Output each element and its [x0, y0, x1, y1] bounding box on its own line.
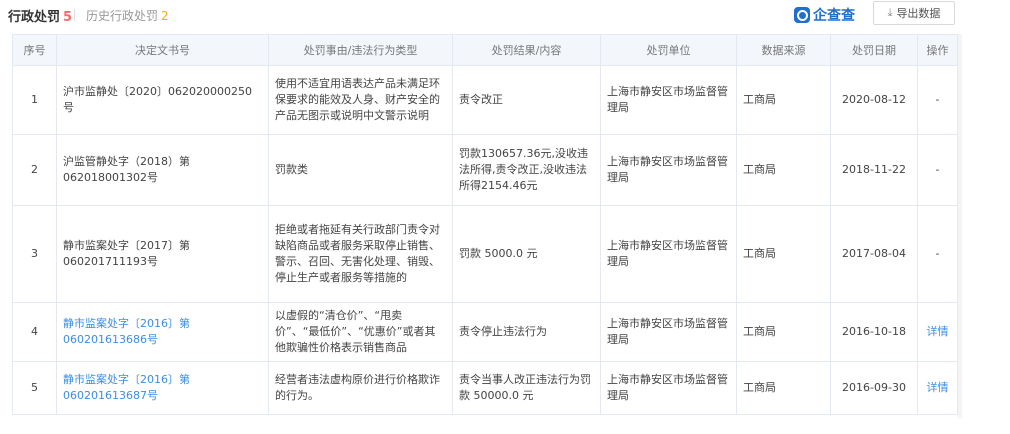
- export-button-label: 导出数据: [896, 7, 941, 20]
- header-result: 处罚结果/内容: [452, 34, 601, 66]
- cell-reason: 使用不适宜用语表达产品未满足环保要求的能效及人身、财产安全的产品无图示或说明中文…: [268, 65, 453, 135]
- cell-result: 责令停止违法行为: [452, 302, 601, 362]
- penalty-table-container: 序号 决定文书号 处罚事由/违法行为类型 处罚结果/内容 处罚单位 数据来源 处…: [12, 34, 958, 415]
- cell-source: 工商局: [736, 205, 831, 303]
- header-action: 操作: [917, 34, 958, 66]
- cell-source: 工商局: [736, 361, 831, 415]
- cell-unit: 上海市静安区市场监督管理局: [600, 134, 737, 206]
- penalty-table: 序号 决定文书号 处罚事由/违法行为类型 处罚结果/内容 处罚单位 数据来源 处…: [12, 34, 958, 415]
- cell-action: -: [917, 205, 958, 303]
- cell-source: 工商局: [736, 65, 831, 135]
- brand-name: 企查查: [813, 8, 855, 24]
- cell-unit: 上海市静安区市场监督管理局: [600, 205, 737, 303]
- table-row: 4 静市监案处字〔2016〕第060201613686号 以虚假的“清仓价”、“…: [12, 302, 958, 362]
- tab-administrative-penalty[interactable]: 行政处罚 5: [8, 6, 72, 25]
- cell-reason: 拒绝或者拖延有关行政部门责令对缺陷商品或者服务采取停止销售、警示、召回、无害化处…: [268, 205, 453, 303]
- cell-index: 1: [12, 65, 57, 135]
- cell-doc-no: 沪监管静处字（2018）第062018001302号: [56, 134, 269, 206]
- cell-date: 2017-08-04: [830, 205, 918, 303]
- table-row: 3 静市监案处字〔2017〕第060201711193号 拒绝或者拖延有关行政部…: [12, 205, 958, 303]
- cell-action: -: [917, 134, 958, 206]
- download-icon: ⤓: [887, 6, 893, 19]
- tab-divider: [74, 9, 75, 21]
- cell-reason: 经营者违法虚构原价进行价格欺诈的行为。: [268, 361, 453, 415]
- cell-reason: 以虚假的“清仓价”、“甩卖价”、“最低价”、“优惠价”或者其他欺骗性价格表示销售…: [268, 302, 453, 362]
- cell-result: 责令改正: [452, 65, 601, 135]
- table-row: 2 沪监管静处字（2018）第062018001302号 罚款类 罚款13065…: [12, 134, 958, 206]
- doc-no-link[interactable]: 静市监案处字〔2016〕第060201613687号: [56, 361, 269, 415]
- tab-historical-penalty[interactable]: 历史行政处罚 2: [86, 7, 169, 24]
- cell-reason: 罚款类: [268, 134, 453, 206]
- cell-unit: 上海市静安区市场监督管理局: [600, 302, 737, 362]
- tab-count-badge: 5: [63, 10, 73, 25]
- header-doc-no: 决定文书号: [56, 34, 269, 66]
- details-link[interactable]: 详情: [917, 302, 958, 362]
- cell-doc-no: 静市监案处字〔2017〕第060201711193号: [56, 205, 269, 303]
- cell-unit: 上海市静安区市场监督管理局: [600, 361, 737, 415]
- cell-result: 罚款 5000.0 元: [452, 205, 601, 303]
- doc-no-link[interactable]: 静市监案处字〔2016〕第060201613686号: [56, 302, 269, 362]
- header-date: 处罚日期: [830, 34, 918, 66]
- export-data-button[interactable]: ⤓ 导出数据: [873, 1, 955, 25]
- cell-doc-no: 沪市监静处〔2020〕062020000250号: [56, 65, 269, 135]
- cell-index: 5: [12, 361, 57, 415]
- table-row: 5 静市监案处字〔2016〕第060201613687号 经营者违法虚构原价进行…: [12, 361, 958, 415]
- brand-logo: 企查查: [794, 4, 855, 26]
- cell-result: 罚款130657.36元,没收违法所得,责令改正,没收违法所得2154.46元: [452, 134, 601, 206]
- cell-date: 2020-08-12: [830, 65, 918, 135]
- vertical-scrollbar[interactable]: [958, 34, 962, 418]
- header-source: 数据来源: [736, 34, 831, 66]
- tab-label: 历史行政处罚: [86, 9, 159, 23]
- cell-source: 工商局: [736, 134, 831, 206]
- cell-index: 3: [12, 205, 57, 303]
- cell-source: 工商局: [736, 302, 831, 362]
- cell-date: 2016-09-30: [830, 361, 918, 415]
- cell-unit: 上海市静安区市场监督管理局: [600, 65, 737, 135]
- tab-label: 行政处罚: [8, 10, 61, 25]
- header-index: 序号: [12, 34, 57, 66]
- cell-action: -: [917, 65, 958, 135]
- header-reason: 处罚事由/违法行为类型: [268, 34, 453, 66]
- cell-result: 责令当事人改正违法行为罚款 50000.0 元: [452, 361, 601, 415]
- cell-date: 2016-10-18: [830, 302, 918, 362]
- header-unit: 处罚单位: [600, 34, 737, 66]
- details-link[interactable]: 详情: [917, 361, 958, 415]
- search-logo-icon: [794, 7, 810, 23]
- tab-count-badge: 2: [161, 9, 169, 23]
- cell-date: 2018-11-22: [830, 134, 918, 206]
- table-header-row: 序号 决定文书号 处罚事由/违法行为类型 处罚结果/内容 处罚单位 数据来源 处…: [12, 34, 958, 66]
- cell-index: 4: [12, 302, 57, 362]
- table-row: 1 沪市监静处〔2020〕062020000250号 使用不适宜用语表达产品未满…: [12, 65, 958, 135]
- cell-index: 2: [12, 134, 57, 206]
- top-bar: 行政处罚 5 历史行政处罚 2 企查查 ⤓ 导出数据: [0, 0, 1010, 30]
